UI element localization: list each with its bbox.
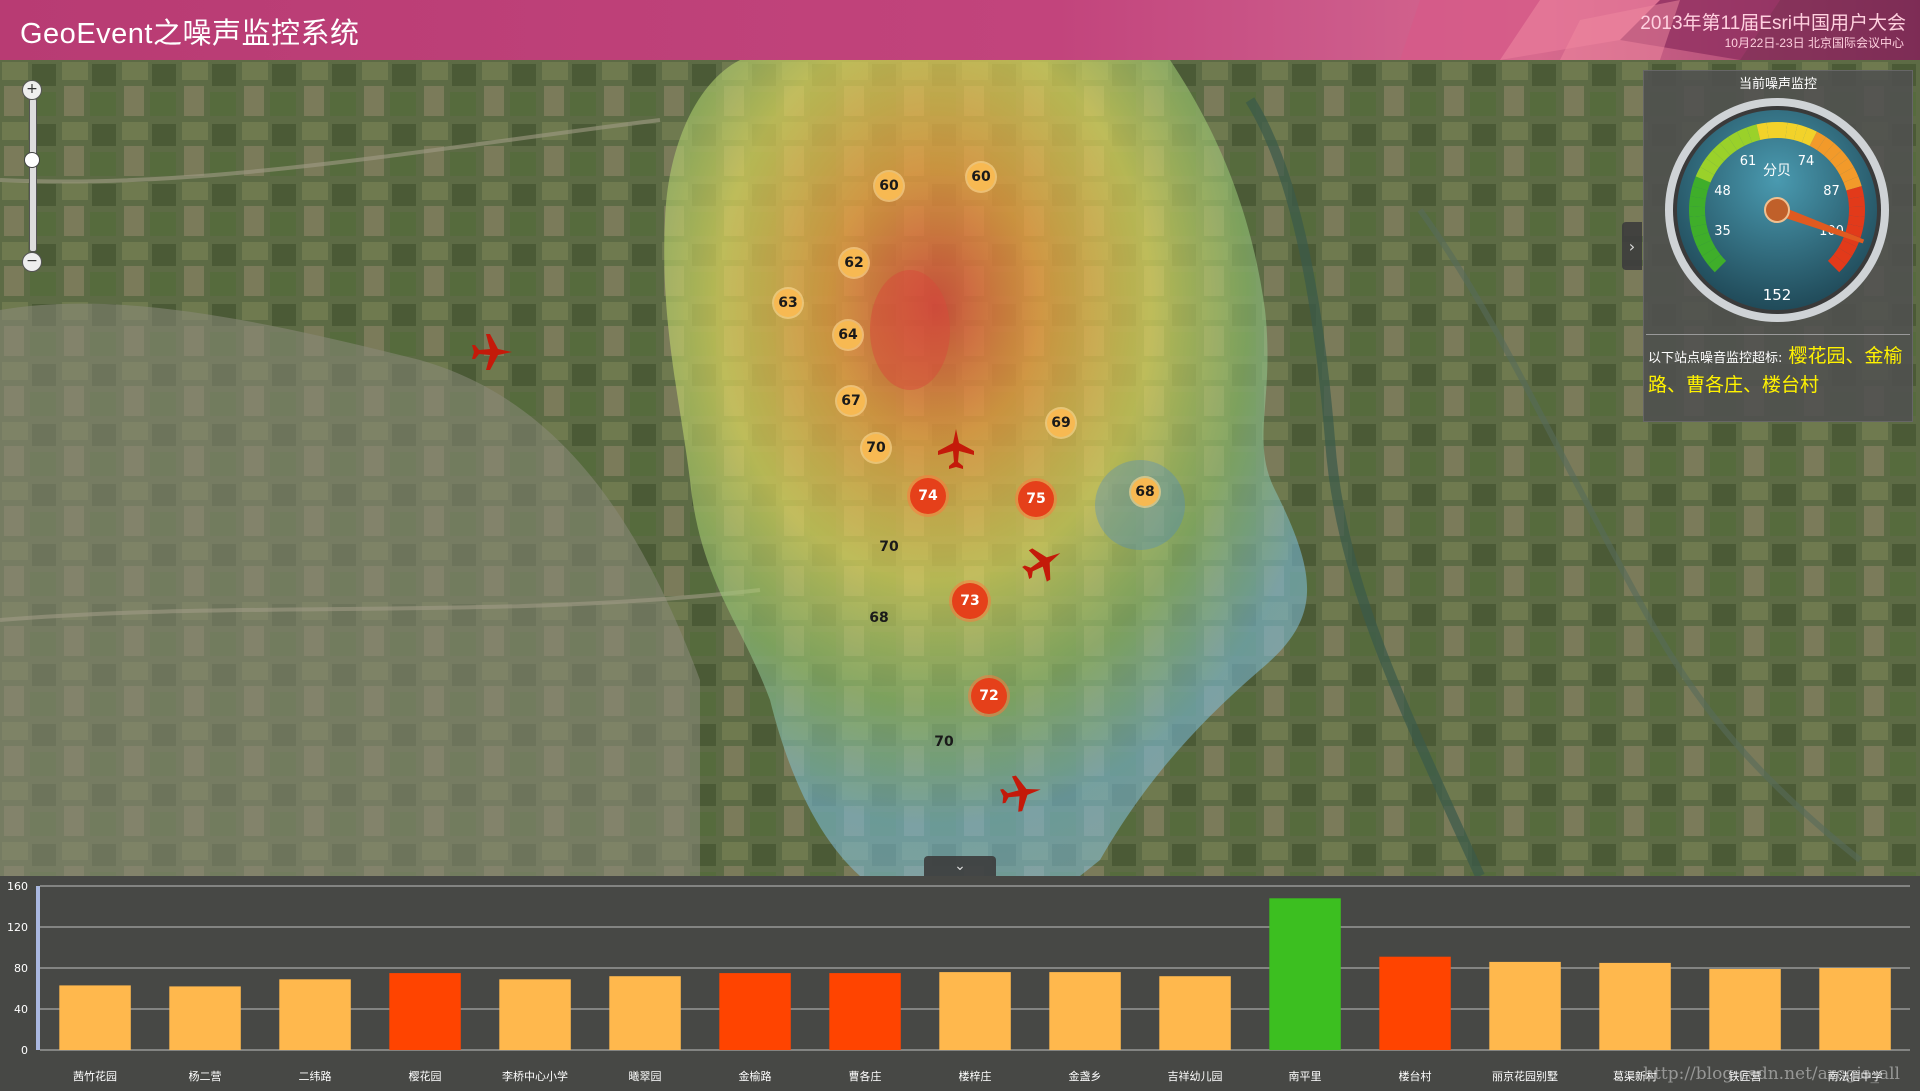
chart-bar[interactable] xyxy=(169,986,241,1050)
panel-divider xyxy=(1646,334,1910,335)
chart-bar[interactable] xyxy=(499,979,571,1050)
noise-station-marker[interactable]: 60 xyxy=(967,163,995,191)
gauge-tick-label: 87 xyxy=(1823,184,1840,199)
zoom-slider[interactable]: + − xyxy=(20,80,44,272)
chart-bar[interactable] xyxy=(1599,962,1671,1050)
noise-station-marker[interactable]: 63 xyxy=(774,289,802,317)
zoom-thumb[interactable] xyxy=(24,152,40,168)
app-title: GeoEvent之噪声监控系统 xyxy=(20,18,360,50)
x-tick-label: 南平里 xyxy=(1289,1070,1322,1083)
chart-bar[interactable] xyxy=(1489,961,1561,1050)
x-tick-label: 吉祥幼儿园 xyxy=(1168,1069,1223,1083)
zoom-track[interactable] xyxy=(29,98,37,252)
alert-label: 以下站点噪音监控超标: xyxy=(1648,351,1783,366)
chart-toggle-button[interactable]: ⌄ xyxy=(924,856,996,876)
alert-message: 以下站点噪音监控超标: 樱花园、金榆路、曹各庄、楼台村 xyxy=(1648,343,1910,399)
noise-station-marker[interactable]: 68 xyxy=(869,610,888,626)
x-tick-label: 金榆路 xyxy=(739,1069,772,1083)
gauge-value: 152 xyxy=(1763,286,1792,304)
noise-station-marker[interactable]: 70 xyxy=(879,539,898,555)
panel-toggle-button[interactable]: › xyxy=(1622,222,1642,270)
x-tick-label: 曦翠园 xyxy=(629,1069,662,1083)
panel-title: 当前噪声监控 xyxy=(1738,77,1817,92)
noise-station-marker[interactable]: 67 xyxy=(837,387,865,415)
airplane-icon[interactable] xyxy=(470,330,514,374)
noise-station-marker[interactable]: 70 xyxy=(862,434,890,462)
x-tick-label: 二纬路 xyxy=(299,1070,332,1083)
noise-bar-chart: 茜竹花园 杨二营 二纬路 樱花园 李桥中心小学 曦翠园 金榆路 曹各庄 楼梓庄 金盏乡 吉祥幼儿园 南… xyxy=(0,876,1920,1091)
gauge-arc-segment xyxy=(1689,206,1706,217)
chart-bar[interactable] xyxy=(1709,969,1781,1050)
zoom-out-button[interactable]: − xyxy=(22,252,42,272)
x-tick-label: 杨二营 xyxy=(189,1069,222,1083)
gauge-tick-label: 35 xyxy=(1714,224,1731,239)
y-tick-label: 0 xyxy=(21,1044,28,1057)
x-tick-label: 楼梓庄 xyxy=(959,1069,992,1083)
gauge-arc-segment xyxy=(1848,206,1865,217)
noise-station-marker[interactable]: 70 xyxy=(934,734,953,750)
chart-bar[interactable] xyxy=(1269,898,1341,1050)
chevron-right-icon: › xyxy=(1628,236,1636,256)
y-axis-line xyxy=(36,886,40,1050)
chart-bar[interactable] xyxy=(389,973,461,1050)
chart-bar[interactable] xyxy=(1379,956,1451,1050)
noise-station-marker[interactable]: 75 xyxy=(1018,481,1054,517)
airplane-icon[interactable] xyxy=(934,427,978,471)
map-view[interactable]: 60 60 62 63 64 67 69 70 74 75 68 70 73 6… xyxy=(0,60,1920,876)
x-tick-label: 李桥中心小学 xyxy=(502,1069,568,1083)
y-tick-label: 120 xyxy=(7,921,28,934)
noise-station-marker[interactable]: 62 xyxy=(840,249,868,277)
noise-gauge: 35 48 61 74 87 100 分贝 152 xyxy=(1665,98,1889,322)
x-tick-label: 曹各庄 xyxy=(849,1069,882,1083)
conference-title: 2013年第11届Esri中国用户大会 xyxy=(1640,13,1906,34)
x-tick-label: 樱花园 xyxy=(409,1070,442,1083)
noise-gauge-panel: 当前噪声监控 35 48 61 74 87 100 分贝 152 以下站点噪音监… xyxy=(1643,70,1913,422)
gauge-tick-label: 48 xyxy=(1714,184,1731,199)
zoom-in-button[interactable]: + xyxy=(22,80,42,100)
airplane-icon[interactable] xyxy=(999,771,1043,815)
noise-station-marker[interactable]: 74 xyxy=(910,478,946,514)
gauge-unit: 分贝 xyxy=(1763,163,1791,179)
chart-bar[interactable] xyxy=(1159,976,1231,1050)
noise-station-marker[interactable]: 72 xyxy=(971,678,1007,714)
airplane-icon[interactable] xyxy=(1021,541,1065,585)
conference-subtitle: 10月22日-23日 北京国际会议中心 xyxy=(1724,36,1904,50)
y-tick-label: 160 xyxy=(7,880,28,893)
app-header: GeoEvent之噪声监控系统 2013年第11届Esri中国用户大会 10月2… xyxy=(0,0,1920,60)
x-tick-label: 茜竹花园 xyxy=(73,1069,117,1083)
noise-station-marker[interactable]: 68 xyxy=(1131,478,1159,506)
x-tick-label: 金盏乡 xyxy=(1069,1069,1102,1083)
chart-bar[interactable] xyxy=(1819,968,1891,1050)
x-tick-label: 楼台村 xyxy=(1399,1069,1432,1083)
bar-chart-svg: 茜竹花园 杨二营 二纬路 樱花园 李桥中心小学 曦翠园 金榆路 曹各庄 楼梓庄 金盏乡 吉祥幼儿园 南… xyxy=(7,880,1910,1084)
gauge-tick-label: 74 xyxy=(1798,154,1815,169)
chart-bar[interactable] xyxy=(939,972,1011,1050)
chart-bar[interactable] xyxy=(719,973,791,1050)
chart-bar[interactable] xyxy=(829,973,901,1050)
chart-bar[interactable] xyxy=(609,976,681,1050)
x-tick-label: 丽京花园别墅 xyxy=(1492,1069,1558,1083)
chevron-down-icon: ⌄ xyxy=(954,858,966,874)
y-tick-label: 80 xyxy=(14,962,28,975)
chart-bar[interactable] xyxy=(279,979,351,1050)
watermark-text: http://blog.csdn.net/arcgis_all xyxy=(1643,1064,1900,1084)
y-tick-label: 40 xyxy=(14,1003,28,1016)
noise-station-marker[interactable]: 64 xyxy=(834,321,862,349)
chart-bar[interactable] xyxy=(1049,972,1121,1050)
noise-station-marker[interactable]: 69 xyxy=(1047,409,1075,437)
gauge-tick-label: 61 xyxy=(1740,154,1757,169)
noise-station-marker[interactable]: 73 xyxy=(952,583,988,619)
noise-station-marker[interactable]: 60 xyxy=(875,172,903,200)
chart-bar[interactable] xyxy=(59,985,131,1050)
